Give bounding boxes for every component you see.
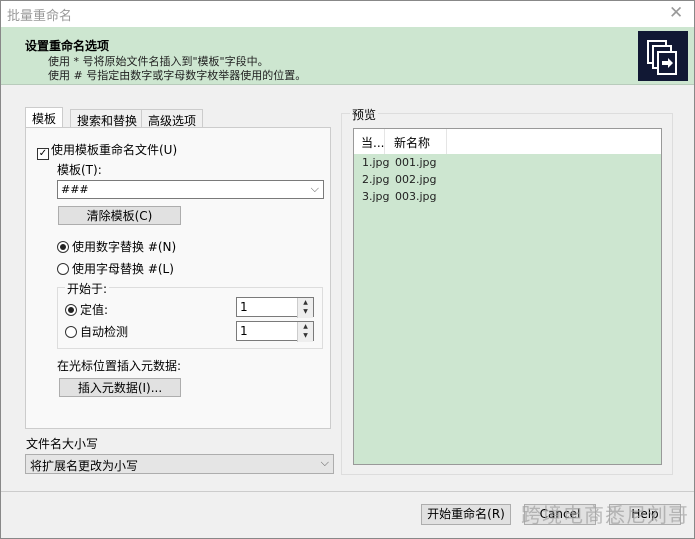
fixed-value: 1 bbox=[240, 300, 248, 314]
tab-template[interactable]: 模板 bbox=[25, 107, 64, 127]
use-template-checkbox[interactable]: ✓ 使用模板重命名文件(U) bbox=[37, 141, 177, 160]
list-header: 当... 新名称 bbox=[354, 129, 661, 154]
template-combobox[interactable]: ### ⌵ bbox=[57, 180, 324, 199]
preview-list[interactable]: 当... 新名称 1.jpg 001.jpg 2.jpg 002.jpg 3.jpg… bbox=[353, 128, 662, 465]
filename-case-value: 将扩展名更改为小写 bbox=[30, 459, 139, 473]
radio-icon bbox=[65, 326, 77, 338]
template-value: ### bbox=[61, 183, 89, 196]
radio-auto-detect[interactable]: 自动检测 bbox=[65, 323, 128, 340]
current-name: 2.jpg bbox=[362, 173, 390, 186]
fixed-value-stepper[interactable]: 1 ▲ ▼ bbox=[236, 297, 314, 318]
filename-case-select[interactable]: 将扩展名更改为小写 ⌵ bbox=[25, 454, 334, 474]
chevron-down-icon[interactable]: ⌵ bbox=[311, 182, 319, 196]
header-banner: 设置重命名选项 使用 * 号将原始文件名插入到"模板"字段中。 使用 # 号指定… bbox=[1, 27, 694, 85]
template-panel: ✓ 使用模板重命名文件(U) 模板(T): ### ⌵ 清除模板(C) 使用数字替… bbox=[25, 127, 331, 429]
fixed-label: 定值: bbox=[80, 303, 109, 317]
radio-number-replace[interactable]: 使用数字替换 #(N) bbox=[57, 238, 176, 255]
header-title: 设置重命名选项 bbox=[25, 39, 110, 53]
auto-value-stepper[interactable]: 1 ▲ ▼ bbox=[236, 321, 314, 342]
watermark: 跨境电商悉尼刘哥 bbox=[521, 503, 689, 527]
filename-case-label: 文件名大小写 bbox=[26, 437, 99, 451]
column-current-name[interactable]: 当... bbox=[354, 129, 385, 154]
spin-arrows-icon[interactable]: ▲ ▼ bbox=[297, 298, 313, 318]
radio-selected-icon bbox=[57, 241, 69, 253]
footer-divider bbox=[1, 491, 694, 492]
current-name: 1.jpg bbox=[362, 156, 390, 169]
template-label: 模板(T): bbox=[57, 163, 102, 177]
auto-value: 1 bbox=[240, 324, 248, 338]
radio-letter-label: 使用字母替换 #(L) bbox=[72, 262, 174, 276]
list-item: 1.jpg 001.jpg bbox=[362, 156, 437, 169]
radio-fixed-value[interactable]: 定值: bbox=[65, 301, 108, 318]
column-new-name[interactable]: 新名称 bbox=[385, 129, 447, 154]
start-at-label: 开始于: bbox=[65, 280, 110, 297]
new-name: 001.jpg bbox=[395, 156, 437, 169]
title-bar: 批量重命名 ✕ bbox=[1, 1, 694, 27]
window-title: 批量重命名 bbox=[7, 9, 73, 24]
radio-number-label: 使用数字替换 #(N) bbox=[72, 240, 177, 254]
radio-letter-replace[interactable]: 使用字母替换 #(L) bbox=[57, 260, 174, 277]
new-name: 002.jpg bbox=[395, 173, 437, 186]
auto-label: 自动检测 bbox=[80, 325, 129, 339]
current-name: 3.jpg bbox=[362, 190, 390, 203]
radio-selected-icon bbox=[65, 304, 77, 316]
chevron-down-icon: ⌵ bbox=[320, 456, 329, 469]
close-icon[interactable]: ✕ bbox=[669, 3, 683, 23]
list-item: 3.jpg 003.jpg bbox=[362, 190, 437, 203]
list-item: 2.jpg 002.jpg bbox=[362, 173, 437, 186]
tab-advanced[interactable]: 高级选项 bbox=[141, 109, 204, 128]
tab-search-replace[interactable]: 搜索和替换 bbox=[70, 109, 145, 128]
new-name: 003.jpg bbox=[395, 190, 437, 203]
header-hint-2: 使用 # 号指定由数字或字母数字枚举器使用的位置。 bbox=[48, 69, 307, 82]
checkbox-checked-icon: ✓ bbox=[37, 148, 49, 160]
spin-arrows-icon[interactable]: ▲ ▼ bbox=[297, 322, 313, 342]
preview-label: 预览 bbox=[350, 106, 379, 123]
insert-metadata-button[interactable]: 插入元数据(I)... bbox=[59, 378, 181, 397]
use-template-label: 使用模板重命名文件(U) bbox=[51, 143, 178, 157]
radio-icon bbox=[57, 263, 69, 275]
clear-template-button[interactable]: 清除模板(C) bbox=[58, 206, 181, 225]
start-at-group: 开始于: 定值: 自动检测 1 ▲ ▼ 1 ▲ ▼ bbox=[57, 280, 323, 349]
start-rename-button[interactable]: 开始重命名(R) bbox=[421, 504, 511, 525]
metadata-label: 在光标位置插入元数据: bbox=[57, 359, 182, 373]
batch-rename-icon bbox=[638, 31, 688, 81]
